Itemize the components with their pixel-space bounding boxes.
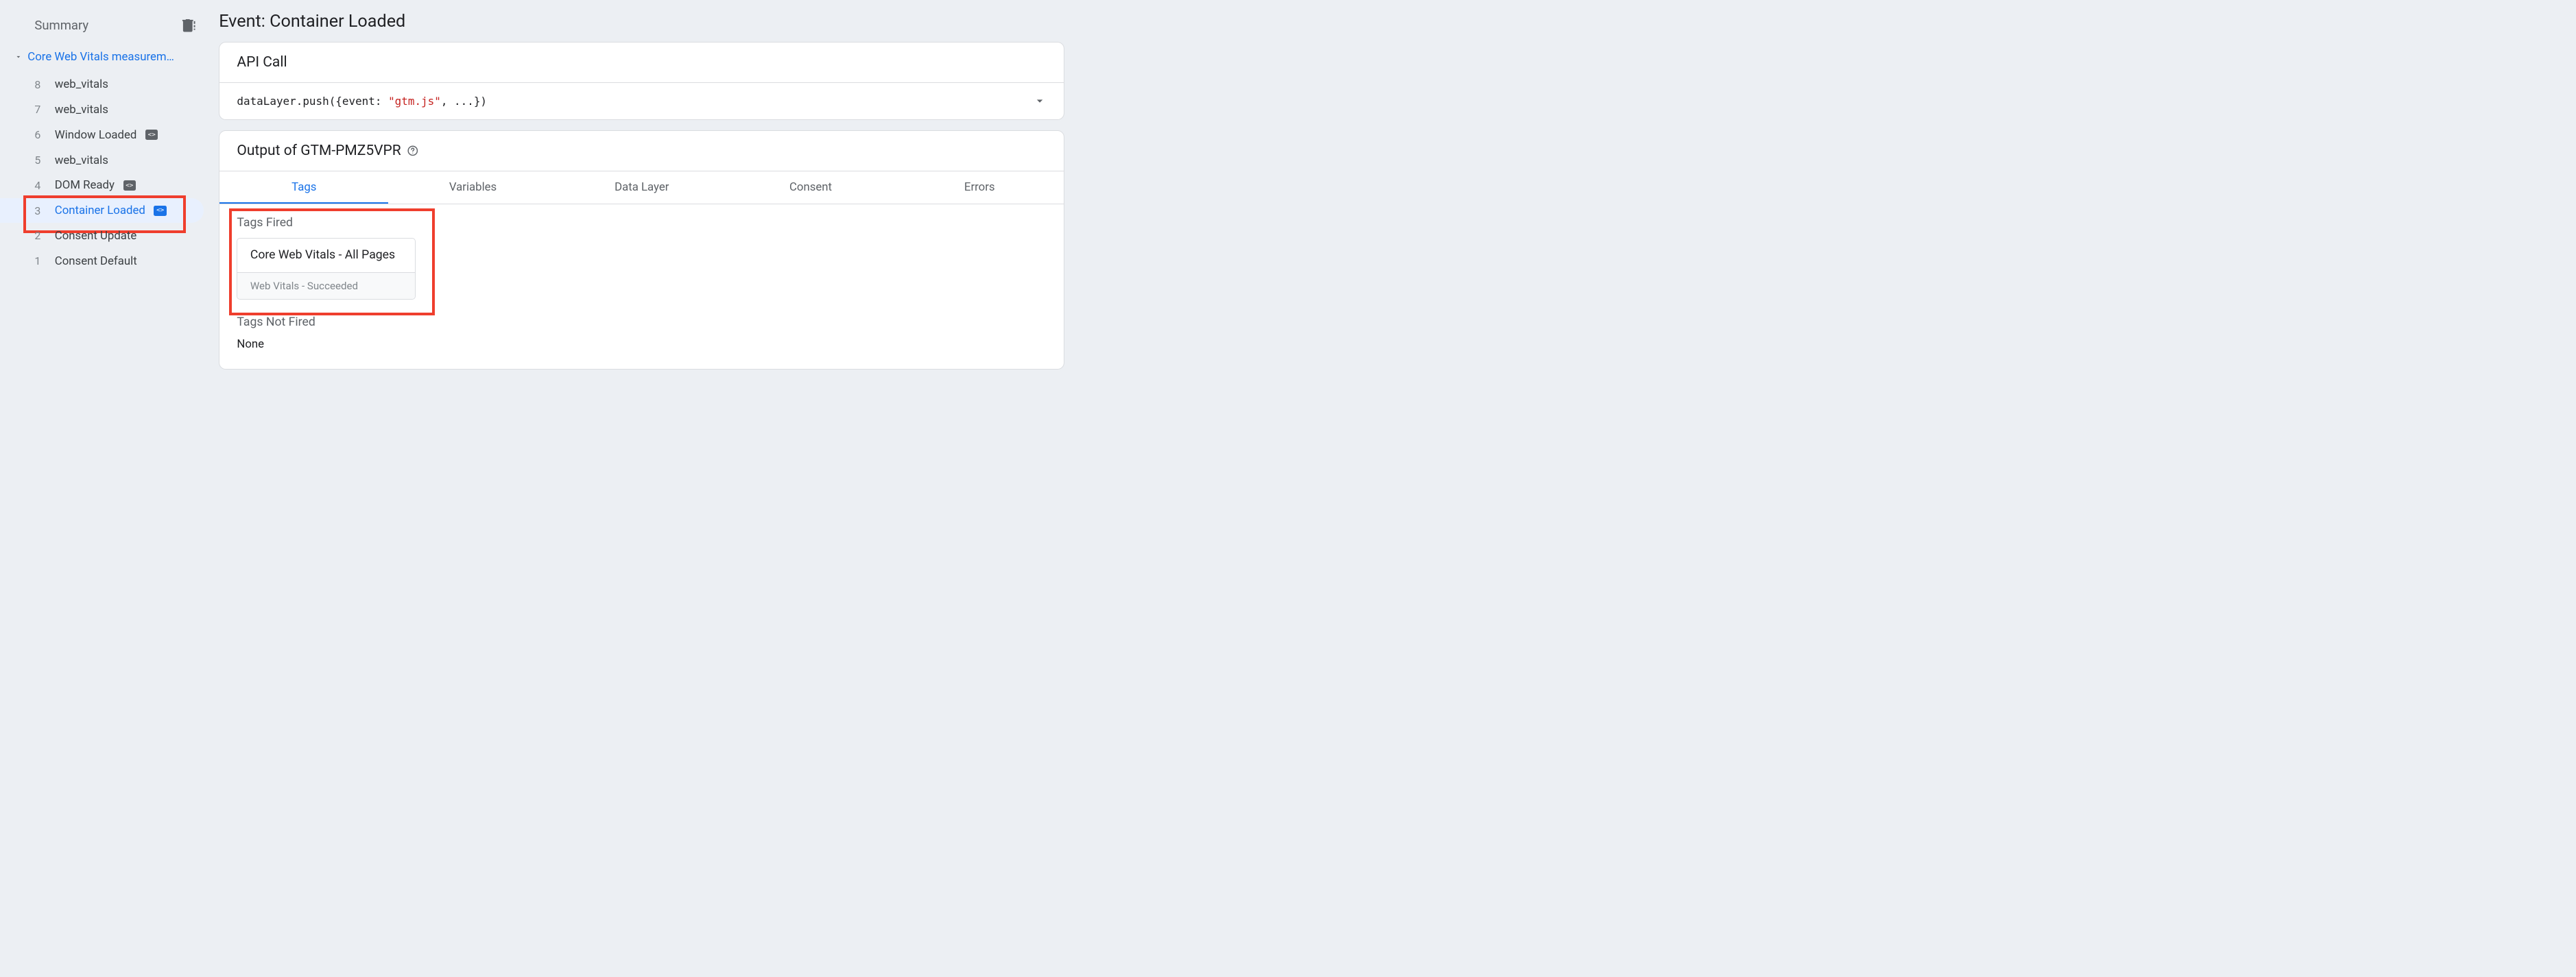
fired-tag-status: Web Vitals - Succeeded — [237, 272, 414, 299]
fired-tag-title: Core Web Vitals - All Pages — [237, 239, 414, 272]
tags-not-fired-label: Tags Not Fired — [237, 315, 1047, 329]
tab-data-layer[interactable]: Data Layer — [558, 171, 726, 204]
event-name: Consent Update — [55, 229, 137, 243]
sidebar-event-1[interactable]: 1 Consent Default — [0, 248, 204, 274]
page-title: Event: Container Loaded — [219, 12, 1064, 32]
code-icon: <> — [123, 180, 136, 191]
sidebar-event-4[interactable]: 4 DOM Ready <> — [0, 173, 204, 198]
api-call-card: API Call dataLayer.push({event: "gtm.js"… — [219, 42, 1064, 120]
event-name: web_vitals — [55, 154, 108, 167]
tags-not-fired-none: None — [237, 337, 1047, 351]
event-number: 1 — [34, 254, 46, 267]
help-icon[interactable] — [407, 145, 419, 157]
sidebar-title: Summary — [34, 18, 88, 33]
api-call-code: dataLayer.push({event: "gtm.js", ...}) — [237, 95, 487, 108]
sidebar-event-3[interactable]: 3 Container Loaded <> — [0, 198, 204, 224]
event-number: 6 — [34, 128, 46, 141]
sidebar: Summary Core Web Vitals measurem… 8 web_v… — [0, 0, 207, 411]
event-name: web_vitals — [55, 103, 108, 117]
event-name: Consent Default — [55, 254, 137, 268]
event-name: web_vitals — [55, 77, 108, 91]
sidebar-group-label: Core Web Vitals measurem… — [27, 50, 174, 64]
fired-tag-card[interactable]: Core Web Vitals - All PagesWeb Vitals - … — [237, 238, 415, 300]
sidebar-event-8[interactable]: 8 web_vitals — [0, 72, 204, 97]
code-icon: <> — [154, 206, 166, 216]
code-icon: <> — [145, 130, 158, 140]
event-number: 5 — [34, 154, 46, 167]
event-name: Container Loaded — [55, 204, 145, 217]
tab-tags[interactable]: Tags — [219, 171, 388, 204]
output-tabs: TagsVariablesData LayerConsentErrors — [219, 171, 1064, 204]
clear-summary-icon[interactable] — [180, 17, 196, 34]
tags-panel: Tags Fired Core Web Vitals - All PagesWe… — [219, 204, 1064, 369]
sidebar-event-5[interactable]: 5 web_vitals — [0, 147, 204, 173]
event-number: 7 — [34, 103, 46, 116]
event-number: 3 — [34, 204, 46, 217]
sidebar-event-2[interactable]: 2 Consent Update — [0, 223, 204, 248]
sidebar-event-6[interactable]: 6 Window Loaded <> — [0, 122, 204, 147]
sidebar-group-core-web-vitals[interactable]: Core Web Vitals measurem… — [0, 45, 207, 69]
event-number: 8 — [34, 78, 46, 91]
main: Event: Container Loaded API Call dataLay… — [207, 0, 1082, 411]
chevron-down-icon[interactable] — [1033, 94, 1047, 108]
tags-fired-label: Tags Fired — [237, 216, 1047, 230]
tab-variables[interactable]: Variables — [388, 171, 557, 204]
api-call-code-row[interactable]: dataLayer.push({event: "gtm.js", ...}) — [219, 83, 1064, 120]
sidebar-event-7[interactable]: 7 web_vitals — [0, 97, 204, 123]
tab-errors[interactable]: Errors — [895, 171, 1064, 204]
caret-down-icon — [14, 53, 23, 61]
api-call-heading: API Call — [219, 43, 1064, 83]
event-name: DOM Ready — [55, 178, 115, 192]
event-number: 2 — [34, 229, 46, 242]
event-name: Window Loaded — [55, 128, 137, 142]
event-number: 4 — [34, 179, 46, 192]
output-card: Output of GTM-PMZ5VPR TagsVariablesData … — [219, 130, 1064, 369]
tab-consent[interactable]: Consent — [726, 171, 895, 204]
output-heading: Output of GTM-PMZ5VPR — [219, 131, 1064, 171]
